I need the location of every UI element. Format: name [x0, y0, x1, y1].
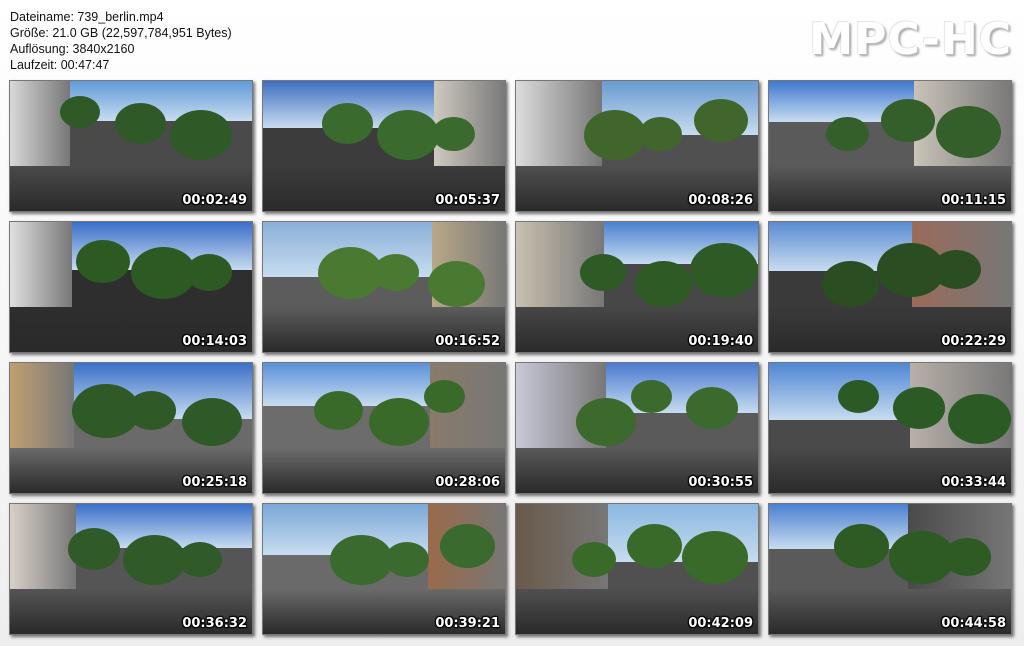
resolution-text: Auflösung: 3840x2160	[10, 42, 135, 56]
thumbnail-tree	[68, 528, 120, 570]
thumbnail-building	[10, 81, 70, 176]
thumbnail-timestamp: 00:42:09	[688, 616, 753, 631]
thumbnail-tree	[170, 110, 232, 160]
thumbnail-tree	[60, 96, 100, 128]
thumbnail-building	[10, 504, 76, 599]
video-thumbnail: 00:19:40	[515, 221, 759, 353]
thumbnail-tree	[627, 524, 682, 568]
thumbnail-timestamp: 00:36:32	[182, 616, 247, 631]
thumbnail-timestamp: 00:11:15	[941, 193, 1006, 208]
thumbnail-tree	[631, 380, 672, 413]
thumbnail-timestamp: 00:22:29	[941, 334, 1006, 349]
thumbnail-timestamp: 00:39:21	[435, 616, 500, 631]
thumbnail-tree	[932, 250, 981, 290]
thumbnail-timestamp: 00:16:52	[435, 334, 500, 349]
thumbnail-tree	[881, 99, 935, 143]
thumbnail-tree	[76, 240, 130, 284]
thumbnail-tree	[428, 261, 485, 307]
thumbnail-tree	[369, 398, 429, 446]
thumbnail-tree	[330, 535, 393, 586]
thumbnail-timestamp: 00:33:44	[941, 475, 1006, 490]
thumbnail-timestamp: 00:25:18	[182, 475, 247, 490]
thumbnail-tree	[936, 106, 1001, 158]
thumbnail-timestamp: 00:44:58	[941, 616, 1006, 631]
thumbnail-tree	[115, 103, 166, 144]
thumbnail-tree	[682, 531, 748, 584]
thumbnail-tree	[322, 103, 373, 144]
thumbnail-tree	[580, 254, 626, 291]
thumbnail-tree	[686, 387, 738, 429]
video-thumbnail: 00:33:44	[768, 362, 1012, 494]
mpc-hc-logo: MPC-HC	[809, 14, 1012, 65]
thumbnail-tree	[838, 380, 879, 413]
thumbnail-tree	[377, 110, 439, 160]
thumbnail-tree	[314, 391, 363, 431]
thumbnail-tree	[834, 524, 889, 568]
thumbnail-timestamp: 00:05:37	[435, 193, 500, 208]
video-thumbnail: 00:30:55	[515, 362, 759, 494]
video-thumbnail: 00:28:06	[262, 362, 506, 494]
thumbnail-tree	[690, 243, 758, 298]
thumbnail-tree	[944, 538, 991, 576]
duration-text: Laufzeit: 00:47:47	[10, 58, 110, 72]
thumbnail-grid: 00:02:49 00:05:37 00:08:26 00:11:15 00:14:03…	[9, 80, 1014, 636]
thumbnail-building	[10, 222, 72, 317]
video-thumbnail: 00:44:58	[768, 503, 1012, 635]
thumbnail-tree	[822, 261, 879, 307]
thumbnail-tree	[694, 99, 748, 143]
video-thumbnail: 00:42:09	[515, 503, 759, 635]
video-thumbnail: 00:39:21	[262, 503, 506, 635]
video-thumbnail: 00:02:49	[9, 80, 253, 212]
thumbnail-building	[10, 363, 74, 458]
thumbnail-tree	[186, 254, 232, 291]
thumbnail-timestamp: 00:28:06	[435, 475, 500, 490]
thumbnail-timestamp: 00:02:49	[182, 193, 247, 208]
thumbnail-timestamp: 00:08:26	[688, 193, 753, 208]
thumbnail-tree	[373, 254, 419, 291]
video-thumbnail: 00:16:52	[262, 221, 506, 353]
filename-text: Dateiname: 739_berlin.mp4	[10, 10, 164, 24]
thumbnail-timestamp: 00:14:03	[182, 334, 247, 349]
thumbnail-tree	[576, 398, 636, 446]
thumbnail-tree	[826, 117, 869, 152]
thumbnail-timestamp: 00:19:40	[688, 334, 753, 349]
video-thumbnail: 00:22:29	[768, 221, 1012, 353]
video-thumbnail: 00:08:26	[515, 80, 759, 212]
file-info-panel: Dateiname: 739_berlin.mp4 Größe: 21.0 GB…	[10, 9, 232, 73]
thumbnail-tree	[893, 387, 945, 429]
thumbnail-timestamp: 00:30:55	[688, 475, 753, 490]
video-thumbnail: 00:11:15	[768, 80, 1012, 212]
video-thumbnail: 00:05:37	[262, 80, 506, 212]
video-thumbnail: 00:36:32	[9, 503, 253, 635]
thumbnail-tree	[635, 261, 692, 307]
thumbnail-tree	[385, 542, 429, 578]
thumbnail-tree	[572, 542, 616, 578]
video-thumbnail: 00:25:18	[9, 362, 253, 494]
thumbnail-tree	[123, 535, 186, 586]
thumbnail-tree	[948, 394, 1011, 445]
thumbnail-tree	[424, 380, 465, 413]
filesize-text: Größe: 21.0 GB (22,597,784,951 Bytes)	[10, 26, 232, 40]
video-thumbnail: 00:14:03	[9, 221, 253, 353]
thumbnail-tree	[182, 398, 242, 446]
thumbnail-tree	[584, 110, 646, 160]
thumbnail-tree	[440, 524, 495, 568]
thumbnail-tree	[639, 117, 682, 152]
thumbnail-tree	[178, 542, 222, 578]
thumbnail-tree	[127, 391, 176, 431]
